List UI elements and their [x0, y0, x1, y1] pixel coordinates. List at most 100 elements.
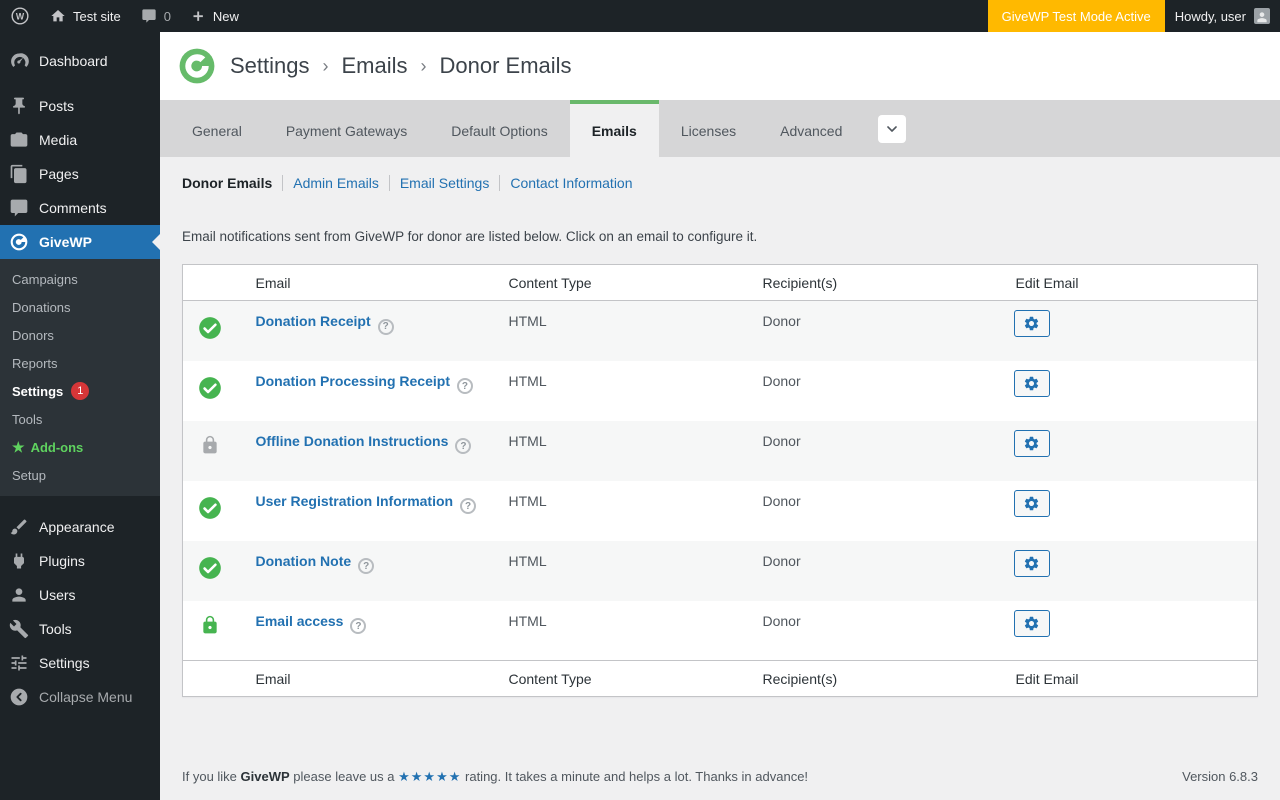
email-cell: Email access?	[238, 601, 491, 661]
submenu-item-donors[interactable]: Donors	[0, 321, 160, 349]
help-icon[interactable]: ?	[455, 438, 471, 454]
svg-text:W: W	[16, 11, 25, 21]
email-link[interactable]: Donation Receipt	[256, 313, 371, 329]
tab-payment-gateways[interactable]: Payment Gateways	[264, 100, 429, 157]
subnav-divider	[282, 175, 283, 191]
tab-default-options[interactable]: Default Options	[429, 100, 570, 157]
submenu-item-addons[interactable]: ★ Add-ons	[0, 433, 160, 461]
email-link[interactable]: User Registration Information	[256, 493, 454, 509]
submenu-item-campaigns[interactable]: Campaigns	[0, 265, 160, 293]
table-row: Donation Note? HTML Donor	[183, 541, 1258, 601]
status-cell	[183, 601, 238, 661]
help-icon[interactable]: ?	[378, 319, 394, 335]
sidebar-item-dashboard[interactable]: Dashboard	[0, 44, 160, 78]
status-column-header	[183, 265, 238, 301]
edit-cell	[998, 421, 1258, 481]
givewp-submenu: Campaigns Donations Donors Reports Setti…	[0, 259, 160, 496]
recipients-cell: Donor	[745, 541, 998, 601]
email-link[interactable]: Donation Note	[256, 553, 352, 569]
sidebar-item-settings[interactable]: Settings	[0, 646, 160, 680]
submenu-label: Add-ons	[31, 440, 84, 455]
sidebar-item-appearance[interactable]: Appearance	[0, 510, 160, 544]
email-cell: Donation Receipt?	[238, 301, 491, 361]
edit-email-column-header: Edit Email	[998, 265, 1258, 301]
submenu-item-tools[interactable]: Tools	[0, 405, 160, 433]
sidebar-item-tools[interactable]: Tools	[0, 612, 160, 646]
sidebar-item-label: Posts	[39, 98, 74, 114]
sidebar-item-plugins[interactable]: Plugins	[0, 544, 160, 578]
subnav-contact-information[interactable]: Contact Information	[510, 175, 632, 191]
edit-email-button[interactable]	[1014, 310, 1050, 337]
sidebar-item-pages[interactable]: Pages	[0, 157, 160, 191]
comments-count: 0	[164, 9, 171, 24]
edit-email-button[interactable]	[1014, 430, 1050, 457]
edit-email-button[interactable]	[1014, 610, 1050, 637]
subnav-donor-emails[interactable]: Donor Emails	[182, 175, 272, 191]
sidebar-item-users[interactable]: Users	[0, 578, 160, 612]
rating-stars-link[interactable]: ★★★★★	[398, 769, 461, 784]
help-icon[interactable]: ?	[350, 618, 366, 634]
enabled-check-icon	[197, 315, 223, 341]
admin-bar-right: GiveWP Test Mode Active Howdy, user	[988, 0, 1280, 32]
sidebar-item-media[interactable]: Media	[0, 123, 160, 157]
lock-icon	[200, 615, 220, 635]
tab-general[interactable]: General	[170, 100, 264, 157]
edit-email-button[interactable]	[1014, 370, 1050, 397]
brush-icon	[9, 517, 29, 537]
site-menu[interactable]: Test site	[40, 0, 131, 32]
more-tabs-button[interactable]	[878, 115, 906, 143]
status-cell	[183, 541, 238, 601]
content-type-column-footer: Content Type	[491, 661, 745, 697]
email-link[interactable]: Donation Processing Receipt	[256, 373, 450, 389]
sidebar-item-label: Tools	[39, 621, 72, 637]
submenu-label: Settings	[12, 384, 63, 399]
comments-menu[interactable]: 0	[131, 0, 181, 32]
breadcrumb-emails[interactable]: Emails	[342, 53, 408, 79]
breadcrumb-settings[interactable]: Settings	[230, 53, 310, 79]
subnav-admin-emails[interactable]: Admin Emails	[293, 175, 379, 191]
edit-email-button[interactable]	[1014, 550, 1050, 577]
brand-name: GiveWP	[241, 769, 290, 784]
submenu-item-settings[interactable]: Settings 1	[0, 377, 160, 405]
sidebar-item-label: Appearance	[39, 519, 115, 535]
edit-email-button[interactable]	[1014, 490, 1050, 517]
settings-update-badge: 1	[71, 382, 89, 400]
subnav-email-settings[interactable]: Email Settings	[400, 175, 489, 191]
tab-advanced[interactable]: Advanced	[758, 100, 864, 157]
gear-icon	[1023, 495, 1040, 512]
email-link[interactable]: Email access	[256, 613, 344, 629]
status-column-footer	[183, 661, 238, 697]
sidebar-item-posts[interactable]: Posts	[0, 89, 160, 123]
table-header-row: Email Content Type Recipient(s) Edit Ema…	[183, 265, 1258, 301]
tab-licenses[interactable]: Licenses	[659, 100, 758, 157]
sidebar-item-givewp[interactable]: GiveWP	[0, 225, 160, 259]
givewp-logo-icon	[178, 47, 216, 85]
edit-cell	[998, 361, 1258, 421]
page-header: Settings › Emails › Donor Emails	[160, 32, 1280, 100]
wordpress-logo-menu[interactable]: W	[0, 0, 40, 32]
givewp-test-mode-badge[interactable]: GiveWP Test Mode Active	[988, 0, 1165, 32]
gear-icon	[1023, 435, 1040, 452]
submenu-item-donations[interactable]: Donations	[0, 293, 160, 321]
plugin-icon	[9, 551, 29, 571]
recipients-cell: Donor	[745, 361, 998, 421]
help-icon[interactable]: ?	[457, 378, 473, 394]
tab-emails[interactable]: Emails	[570, 100, 659, 157]
help-icon[interactable]: ?	[358, 558, 374, 574]
collapse-menu-button[interactable]: Collapse Menu	[0, 680, 160, 714]
new-menu[interactable]: New	[181, 0, 249, 32]
submenu-label: Donations	[12, 300, 71, 315]
submenu-item-setup[interactable]: Setup	[0, 461, 160, 489]
sidebar-item-comments[interactable]: Comments	[0, 191, 160, 225]
account-menu[interactable]: Howdy, user	[1165, 8, 1280, 24]
donor-emails-table: Email Content Type Recipient(s) Edit Ema…	[182, 264, 1258, 697]
submenu-item-reports[interactable]: Reports	[0, 349, 160, 377]
sidebar-item-label: Users	[39, 587, 76, 603]
help-icon[interactable]: ?	[460, 498, 476, 514]
sidebar-item-label: Comments	[39, 200, 107, 216]
email-link[interactable]: Offline Donation Instructions	[256, 433, 449, 449]
edit-cell	[998, 301, 1258, 361]
enabled-check-icon	[197, 555, 223, 581]
pages-icon	[9, 164, 29, 184]
lock-icon	[200, 435, 220, 455]
